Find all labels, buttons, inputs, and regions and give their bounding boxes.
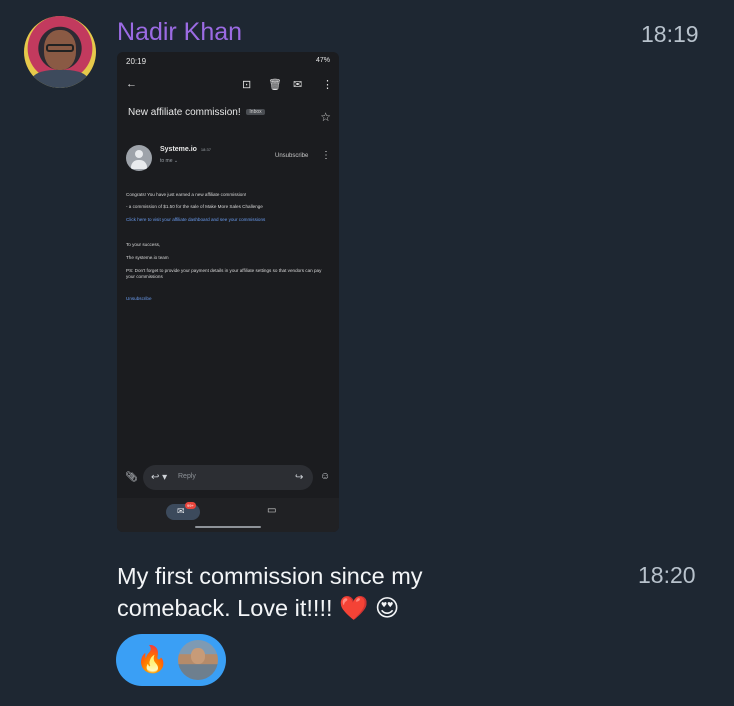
email-body-link: Click here to visit your affiliate dashb… <box>126 217 266 222</box>
email-body-line: The systeme.io team <box>126 255 169 260</box>
inbox-chip: Inbox <box>246 109 265 116</box>
archive-icon: ⊡ <box>242 79 252 91</box>
reply-bar: ↩ ▾ Reply ↪ <box>143 465 313 490</box>
reaction-emoji: 🔥 <box>136 644 169 674</box>
email-body-line: Congrats! You have just earned a new aff… <box>126 192 247 197</box>
email-from-time: 18:37 <box>200 147 211 152</box>
mail-icon: ✉︎ <box>293 79 303 91</box>
email-body-line: your commissions <box>126 274 163 279</box>
more-vertical-icon: ⋮ <box>322 79 333 91</box>
phone-status-time: 20:19 <box>126 57 147 66</box>
reactor-avatar <box>178 640 218 680</box>
email-body-line: PS: Don't forget to provide your payment… <box>126 268 322 273</box>
video-icon: ▭ <box>267 505 277 516</box>
unsubscribe-label: Unsubscribe <box>275 153 309 159</box>
message-time: 18:19 <box>641 21 699 47</box>
message-time: 18:20 <box>638 562 696 588</box>
forward-icon: ↪ <box>295 472 304 483</box>
email-subject: New affiliate commission! Inbox <box>128 107 265 118</box>
sender-avatar-placeholder <box>126 145 152 171</box>
trash-icon: 🗑︎ <box>268 79 282 91</box>
email-body-line: To your success, <box>126 242 161 247</box>
mail-icon: ✉︎ <box>177 506 185 516</box>
email-body-link: Unsubscribe <box>126 296 152 301</box>
paperclip-icon: 📎︎ <box>125 472 138 483</box>
mail-tab: ✉︎ 99+ <box>166 502 200 520</box>
chevron-down-icon: ⌄ <box>173 158 179 164</box>
arrow-left-icon: ← <box>126 78 137 90</box>
email-subject-text: New affiliate commission! <box>128 107 241 118</box>
email-to-line: to me ⌄ <box>160 158 178 164</box>
avatar-shirt <box>32 70 88 88</box>
email-to-text: to me <box>160 158 173 164</box>
mail-badge: 99+ <box>185 502 196 509</box>
avatar-glasses <box>46 44 74 52</box>
attached-screenshot[interactable]: 20:19 47% ← ⊡ 🗑︎ ✉︎ ⋮ New affiliate comm… <box>117 52 339 532</box>
phone-status-battery: 47% <box>315 57 330 64</box>
email-body-line: - a commission of $1.50 for the sale of … <box>126 204 263 209</box>
reaction-pill[interactable]: 🔥 <box>116 634 226 686</box>
sender-avatar[interactable] <box>24 16 96 88</box>
more-vertical-icon: ⋮ <box>321 150 331 161</box>
reply-icon: ↩ ▾ <box>151 472 168 483</box>
star-icon: ☆ <box>320 110 331 124</box>
emoji-icon: ☺ <box>320 471 331 482</box>
home-indicator <box>195 526 261 528</box>
reply-placeholder: Reply <box>178 473 196 480</box>
phone-bottom-nav: ✉︎ 99+ ▭ <box>117 498 339 532</box>
email-from: Systeme.io 18:37 <box>160 146 211 153</box>
reactor-avatar-head <box>191 648 205 664</box>
message-text: My first commission since my comeback. L… <box>117 563 423 621</box>
sender-name[interactable]: Nadir Khan <box>117 18 242 47</box>
email-from-name: Systeme.io <box>160 146 197 153</box>
